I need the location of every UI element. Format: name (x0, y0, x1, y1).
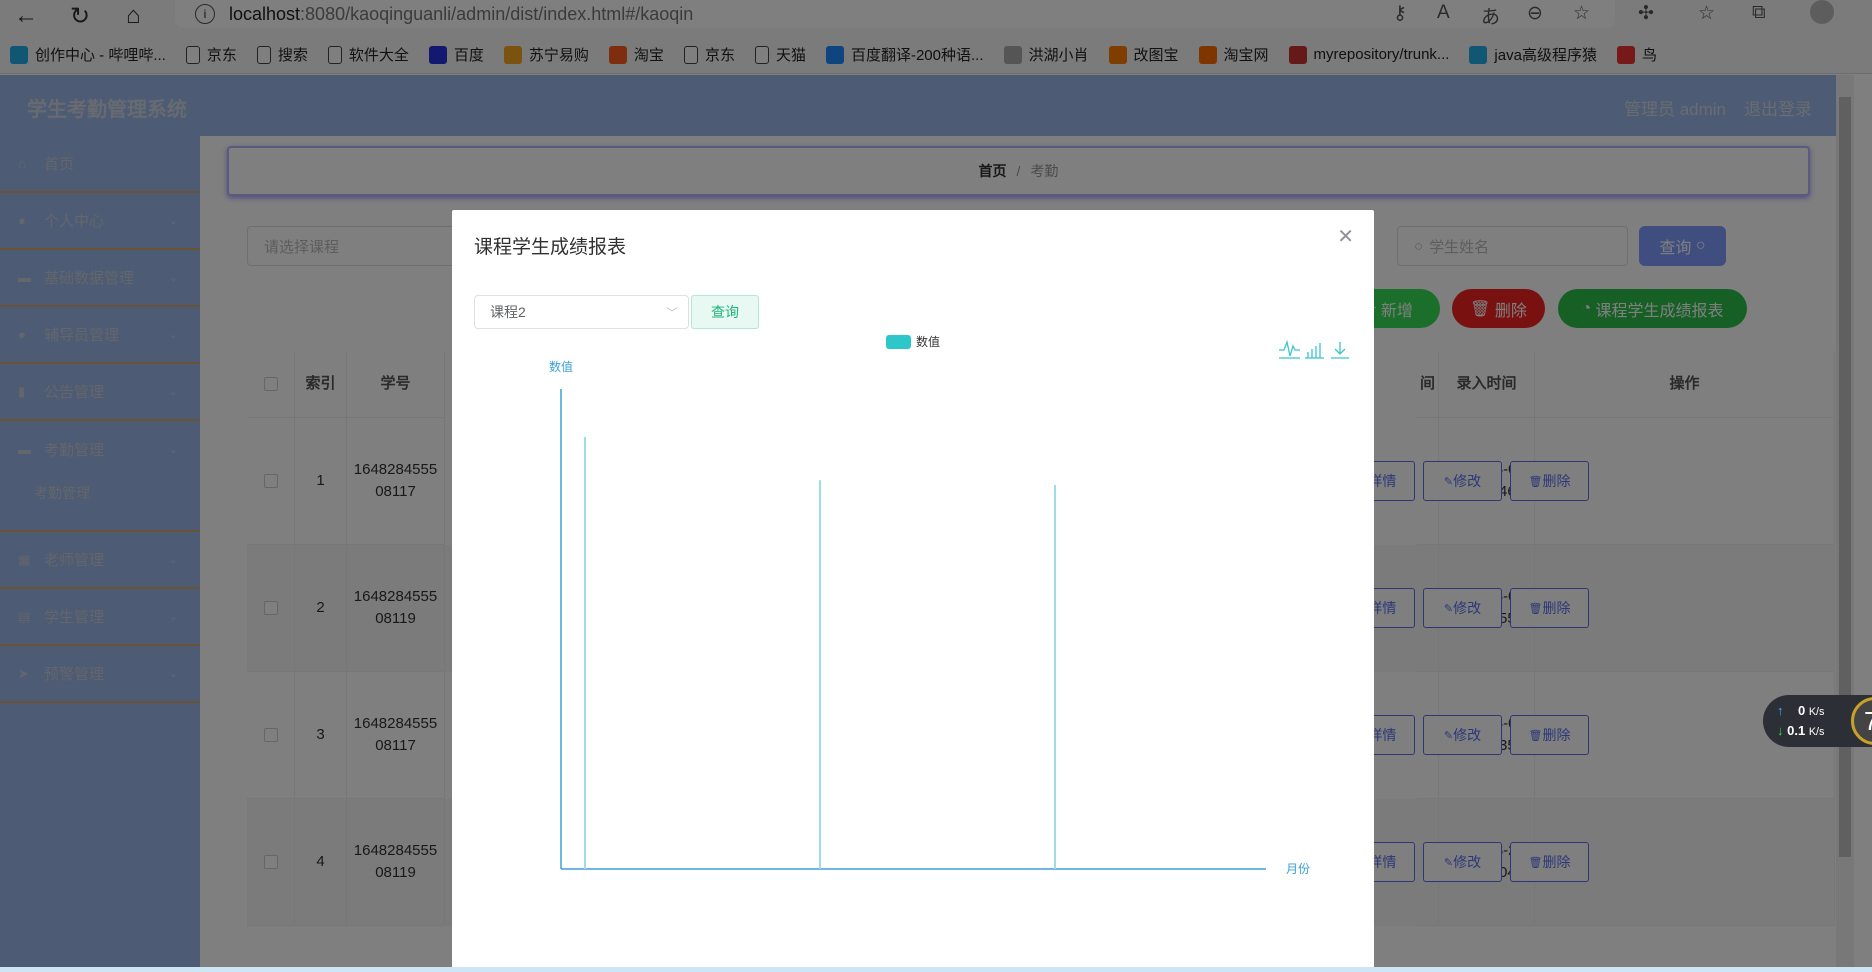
network-speed-widget: ↑ 0 K/s ↓ 0.1 K/s 7 (1763, 695, 1872, 747)
line-chart-icon[interactable] (1279, 339, 1300, 359)
upload-speed: ↑ 0 K/s (1777, 703, 1824, 718)
legend-swatch (886, 335, 911, 349)
upload-value: 0 (1797, 703, 1806, 718)
download-icon[interactable] (1331, 342, 1349, 359)
arrow-up-icon: ↑ (1777, 703, 1784, 718)
upload-unit: K/s (1808, 706, 1825, 718)
download-unit: K/s (1808, 726, 1825, 738)
bar-chart-icon[interactable] (1305, 343, 1324, 359)
speed-badge[interactable]: 7 (1851, 697, 1872, 745)
bar (1054, 485, 1056, 869)
x-axis-label: 月份 (1286, 862, 1310, 876)
arrow-down-icon: ↓ (1777, 723, 1784, 738)
download-speed: ↓ 0.1 K/s (1777, 723, 1824, 738)
bar (819, 480, 821, 869)
bottom-strip (0, 967, 1872, 972)
report-dialog: 课程学生成绩报表 ✕ 课程2 ﹀ 查询 数值 月份 数值 (452, 210, 1374, 972)
score-chart: 数值月份 数值 (549, 334, 1349, 876)
y-axis-label: 数值 (549, 359, 573, 374)
legend-label: 数值 (916, 334, 940, 349)
bar (584, 437, 586, 869)
download-value: 0.1 (1787, 723, 1806, 738)
